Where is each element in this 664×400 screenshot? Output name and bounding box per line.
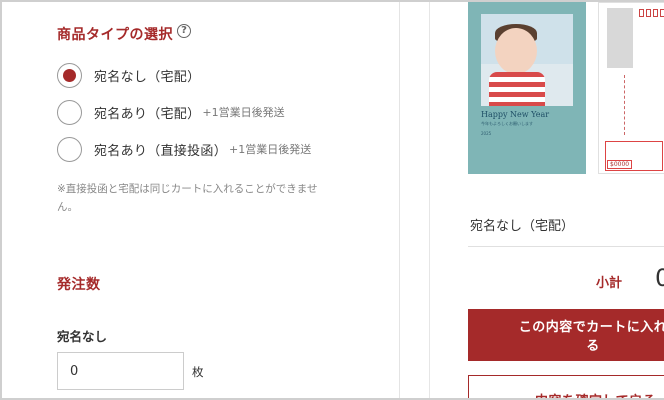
baby-photo	[481, 14, 573, 106]
radio-label: 宛名あり（宅配）	[94, 106, 201, 122]
card-front-preview: Happy New Year 今年もよろしくお願いします 2025	[468, 2, 586, 174]
radio-button[interactable]	[57, 99, 82, 125]
card-greeting: Happy New Year	[481, 110, 550, 119]
radio-option-address-delivery[interactable]: 宛名あり（宅配） +1営業日後発送	[57, 99, 285, 125]
postal-code-boxes	[639, 9, 664, 19]
product-type-title: 商品タイプの選択	[57, 27, 173, 43]
card-year: 2025	[481, 131, 492, 136]
qty-label: 宛名なし	[57, 329, 108, 344]
radio-option-address-direct[interactable]: 宛名あり（直接投函） +1営業日後発送	[57, 136, 311, 162]
unit-label: 枚	[192, 365, 204, 379]
subtotal-value: 0	[655, 264, 664, 292]
radio-sub-label: +1営業日後発送	[229, 143, 312, 156]
stamp-area	[607, 8, 633, 68]
radio-label: 宛名あり（直接投函）	[94, 143, 228, 159]
address-line	[624, 75, 625, 135]
radio-sub-label: +1営業日後発送	[202, 106, 285, 119]
summary-item-label: 宛名なし（宅配）	[470, 219, 575, 234]
order-quantity-title: 発注数	[57, 277, 101, 293]
card-back-preview: $0000	[598, 2, 664, 174]
summary-divider	[468, 246, 664, 247]
radio-button-checked[interactable]	[57, 62, 82, 88]
divider	[400, 2, 430, 398]
cart-note: ※直接投函と宅配は同じカートに入れることができません。	[57, 183, 318, 213]
add-to-cart-button[interactable]: この内容でカートに入れる	[468, 309, 664, 361]
sender-code: $0000	[607, 160, 633, 169]
app-frame: 商品タイプの選択 ? 宛名なし（宅配） 宛名あり（宅配） +1営業日後発送 宛名…	[0, 0, 664, 400]
radio-button[interactable]	[57, 136, 82, 162]
radio-label: 宛名なし（宅配）	[94, 69, 201, 85]
help-icon[interactable]: ?	[177, 24, 191, 38]
card-message: 今年もよろしくお願いします	[481, 121, 533, 126]
options-panel: 商品タイプの選択 ? 宛名なし（宅配） 宛名あり（宅配） +1営業日後発送 宛名…	[2, 2, 400, 398]
subtotal-label: 小計	[596, 276, 623, 291]
quantity-input[interactable]	[57, 352, 184, 390]
confirm-button[interactable]: 内容を確定して戻る	[468, 375, 664, 398]
radio-option-no-address[interactable]: 宛名なし（宅配）	[57, 62, 200, 88]
